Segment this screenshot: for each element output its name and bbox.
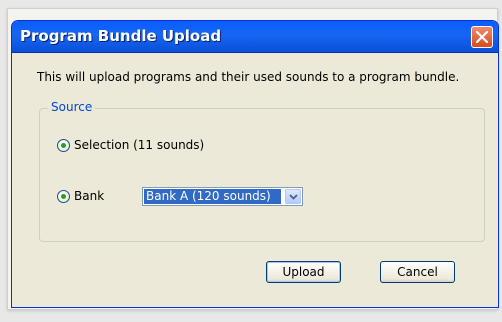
radio-selection[interactable]: Selection (11 sounds) xyxy=(57,138,204,152)
radio-bank-label: Bank xyxy=(74,189,105,203)
cancel-button[interactable]: Cancel xyxy=(380,261,455,283)
bank-select-value: Bank A (120 sounds) xyxy=(144,189,281,204)
radio-button[interactable] xyxy=(57,189,70,203)
source-group-label: Source xyxy=(48,100,96,114)
radio-button[interactable] xyxy=(57,138,70,152)
bank-select-dropdown-button[interactable] xyxy=(285,189,301,204)
dialog-title: Program Bundle Upload xyxy=(20,27,222,45)
dialog-message: This will upload programs and their used… xyxy=(37,70,460,84)
radio-bank[interactable]: Bank xyxy=(57,189,104,203)
source-groupbox xyxy=(39,108,485,242)
title-bar[interactable]: Program Bundle Upload xyxy=(12,21,498,53)
bank-select[interactable]: Bank A (120 sounds) xyxy=(142,187,303,206)
chevron-down-icon xyxy=(289,194,298,200)
upload-button[interactable]: Upload xyxy=(266,261,341,283)
radio-selection-label: Selection (11 sounds) xyxy=(74,138,205,152)
close-icon xyxy=(476,31,488,43)
close-button[interactable] xyxy=(471,26,493,48)
